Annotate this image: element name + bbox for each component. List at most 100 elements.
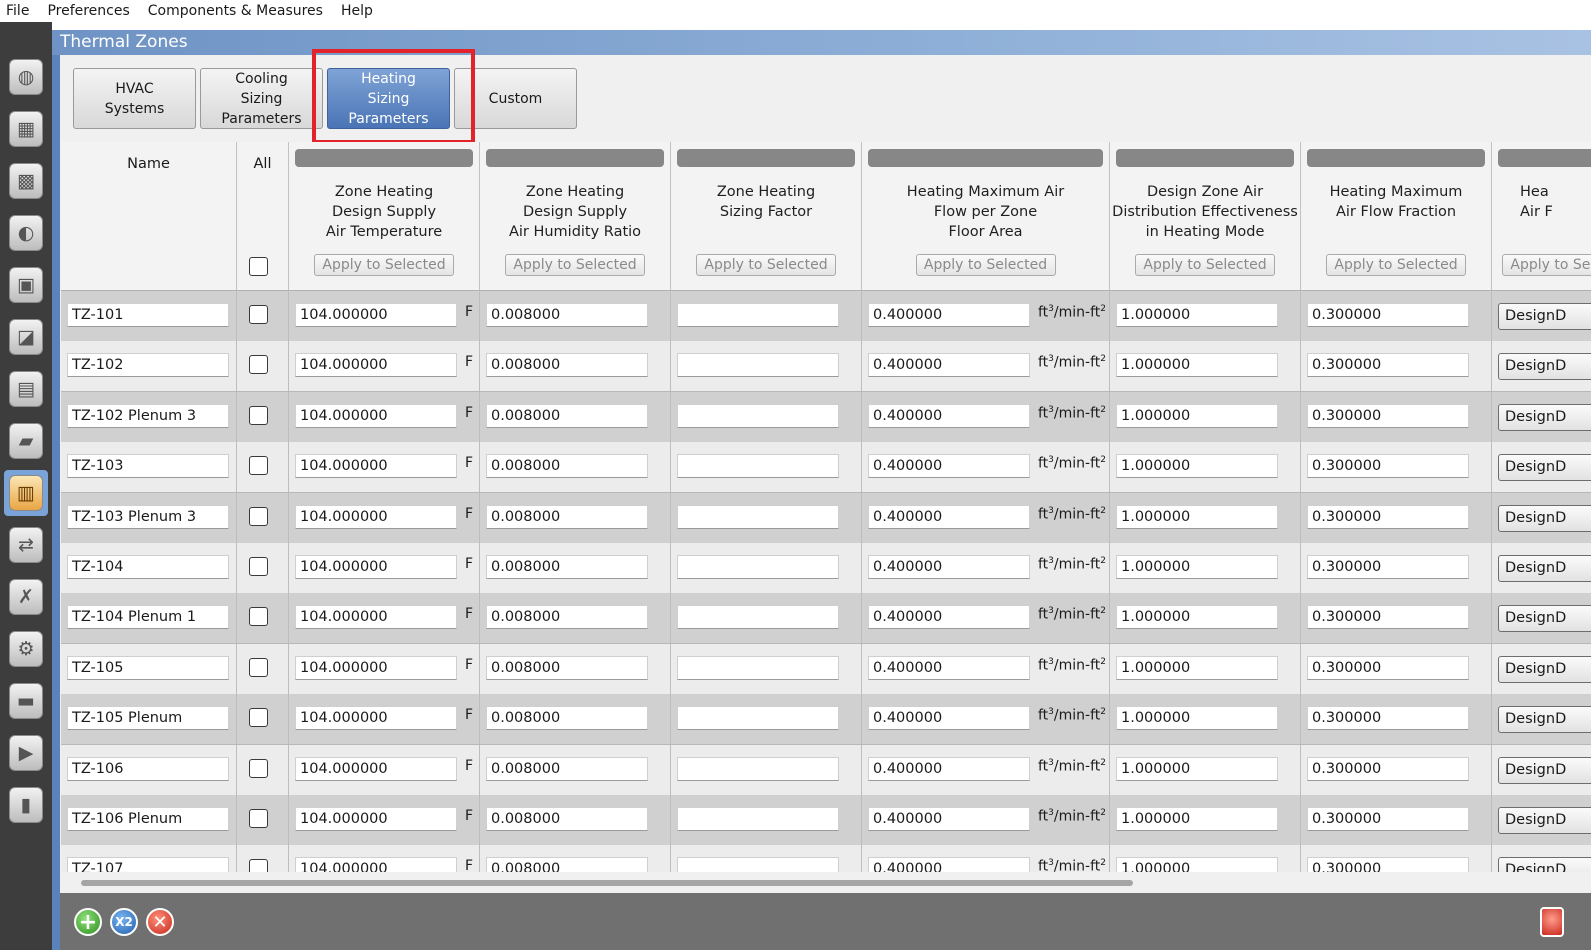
row-select-checkbox[interactable]	[249, 708, 268, 728]
effectiveness-field[interactable]: 1.000000	[1116, 353, 1278, 378]
zone-name-field[interactable]: TZ-106	[67, 756, 229, 781]
design-day-button[interactable]: DesignD	[1498, 353, 1591, 381]
schedules-tool[interactable]: ▦	[4, 106, 48, 152]
effectiveness-field[interactable]: 1.000000	[1116, 857, 1278, 872]
sizing-field[interactable]	[677, 706, 839, 731]
row-select-checkbox[interactable]	[249, 405, 268, 425]
effectiveness-field[interactable]: 1.000000	[1116, 303, 1278, 327]
temp-field[interactable]: 104.000000	[295, 605, 457, 630]
run-tool[interactable]: ▶	[4, 730, 48, 776]
fraction-field[interactable]: 0.300000	[1307, 555, 1469, 579]
row-select-checkbox[interactable]	[249, 607, 268, 627]
zone-name-field[interactable]: TZ-106 Plenum	[67, 807, 229, 831]
scrollbar-thumb[interactable]	[81, 880, 1133, 886]
zone-name-field[interactable]: TZ-101	[67, 303, 229, 327]
column-drag-handle[interactable]	[868, 149, 1103, 167]
airflow-field[interactable]: 0.400000	[868, 555, 1030, 579]
variables-tool[interactable]: ✗	[4, 574, 48, 620]
sizing-field[interactable]	[677, 303, 839, 327]
zone-name-field[interactable]: TZ-107	[67, 857, 229, 872]
airflow-field[interactable]: 0.400000	[868, 605, 1030, 630]
temp-field[interactable]: 104.000000	[295, 403, 457, 428]
column-drag-handle[interactable]	[677, 149, 855, 167]
fraction-field[interactable]: 0.300000	[1307, 605, 1469, 630]
scripts-tool[interactable]: ▬	[4, 678, 48, 724]
humidity-field[interactable]: 0.008000	[486, 504, 648, 529]
sizing-field[interactable]	[677, 454, 839, 479]
temp-field[interactable]: 104.000000	[295, 353, 457, 378]
sizing-field[interactable]	[677, 403, 839, 428]
zone-name-field[interactable]: TZ-102 Plenum 3	[67, 403, 229, 428]
temp-field[interactable]: 104.000000	[295, 555, 457, 579]
design-day-button[interactable]: DesignD	[1498, 303, 1591, 330]
humidity-field[interactable]: 0.008000	[486, 403, 648, 428]
temp-field[interactable]: 104.000000	[295, 454, 457, 479]
fraction-field[interactable]: 0.300000	[1307, 857, 1469, 872]
horizontal-scrollbar[interactable]	[61, 872, 1591, 892]
humidity-field[interactable]: 0.008000	[486, 706, 648, 731]
zone-name-field[interactable]: TZ-104	[67, 555, 229, 579]
fraction-field[interactable]: 0.300000	[1307, 454, 1469, 479]
column-drag-handle[interactable]	[1116, 149, 1294, 167]
temp-field[interactable]: 104.000000	[295, 655, 457, 680]
zone-name-field[interactable]: TZ-103	[67, 454, 229, 479]
delete-icon[interactable]: ✕	[146, 908, 174, 936]
humidity-field[interactable]: 0.008000	[486, 555, 648, 579]
fraction-field[interactable]: 0.300000	[1307, 504, 1469, 529]
humidity-field[interactable]: 0.008000	[486, 605, 648, 630]
apply-to-selected-button[interactable]: Apply to Selected	[1135, 254, 1275, 276]
effectiveness-field[interactable]: 1.000000	[1116, 504, 1278, 529]
column-drag-handle[interactable]	[1307, 149, 1485, 167]
zone-name-field[interactable]: TZ-104 Plenum 1	[67, 605, 229, 630]
design-day-button[interactable]: DesignD	[1498, 857, 1591, 872]
humidity-field[interactable]: 0.008000	[486, 353, 648, 378]
design-day-button[interactable]: DesignD	[1498, 454, 1591, 482]
effectiveness-field[interactable]: 1.000000	[1116, 706, 1278, 731]
temp-field[interactable]: 104.000000	[295, 504, 457, 529]
column-drag-handle[interactable]	[295, 149, 473, 167]
humidity-field[interactable]: 0.008000	[486, 303, 648, 327]
airflow-field[interactable]: 0.400000	[868, 706, 1030, 731]
sizing-field[interactable]	[677, 605, 839, 630]
subtab-hvac-systems[interactable]: HVAC Systems	[73, 68, 196, 129]
humidity-field[interactable]: 0.008000	[486, 655, 648, 680]
column-drag-handle[interactable]	[1498, 149, 1591, 167]
row-select-checkbox[interactable]	[249, 355, 268, 375]
menu-preferences[interactable]: Preferences	[39, 0, 139, 22]
design-day-button[interactable]: DesignD	[1498, 655, 1591, 683]
facility-tool[interactable]: ▤	[4, 366, 48, 412]
airflow-field[interactable]: 0.400000	[868, 655, 1030, 680]
airflow-field[interactable]: 0.400000	[868, 807, 1030, 831]
menu-components-measures[interactable]: Components & Measures	[140, 0, 333, 22]
effectiveness-field[interactable]: 1.000000	[1116, 605, 1278, 630]
design-day-button[interactable]: DesignD	[1498, 504, 1591, 532]
duplicate-button[interactable]: X2	[110, 908, 138, 936]
temp-field[interactable]: 104.000000	[295, 807, 457, 831]
design-day-button[interactable]: DesignD	[1498, 807, 1591, 834]
row-select-checkbox[interactable]	[249, 557, 268, 576]
fraction-field[interactable]: 0.300000	[1307, 403, 1469, 428]
airflow-field[interactable]: 0.400000	[868, 403, 1030, 428]
design-day-button[interactable]: DesignD	[1498, 555, 1591, 582]
sizing-field[interactable]	[677, 857, 839, 872]
row-select-checkbox[interactable]	[249, 809, 268, 828]
results-tool[interactable]: ▮	[4, 782, 48, 828]
airflow-field[interactable]: 0.400000	[868, 857, 1030, 872]
airflow-field[interactable]: 0.400000	[868, 756, 1030, 781]
design-day-button[interactable]: DesignD	[1498, 403, 1591, 431]
location-tool[interactable]: ◍	[4, 54, 48, 100]
effectiveness-field[interactable]: 1.000000	[1116, 403, 1278, 428]
humidity-field[interactable]: 0.008000	[486, 756, 648, 781]
apply-to-selected-button[interactable]: Apply to Selected	[696, 254, 836, 276]
apply-to-selected-button[interactable]: Apply to Selected	[505, 254, 645, 276]
row-select-checkbox[interactable]	[249, 859, 268, 872]
apply-to-selected-button[interactable]: Apply to Selected	[915, 254, 1056, 276]
simulation-settings-tool[interactable]: ⚙	[4, 626, 48, 672]
zone-name-field[interactable]: TZ-103 Plenum 3	[67, 504, 229, 529]
design-day-button[interactable]: DesignD	[1498, 706, 1591, 734]
effectiveness-field[interactable]: 1.000000	[1116, 555, 1278, 579]
temp-field[interactable]: 104.000000	[295, 706, 457, 731]
apply-to-selected-button[interactable]: Apply to Selected	[1502, 254, 1591, 276]
airflow-field[interactable]: 0.400000	[868, 353, 1030, 378]
fraction-field[interactable]: 0.300000	[1307, 706, 1469, 731]
